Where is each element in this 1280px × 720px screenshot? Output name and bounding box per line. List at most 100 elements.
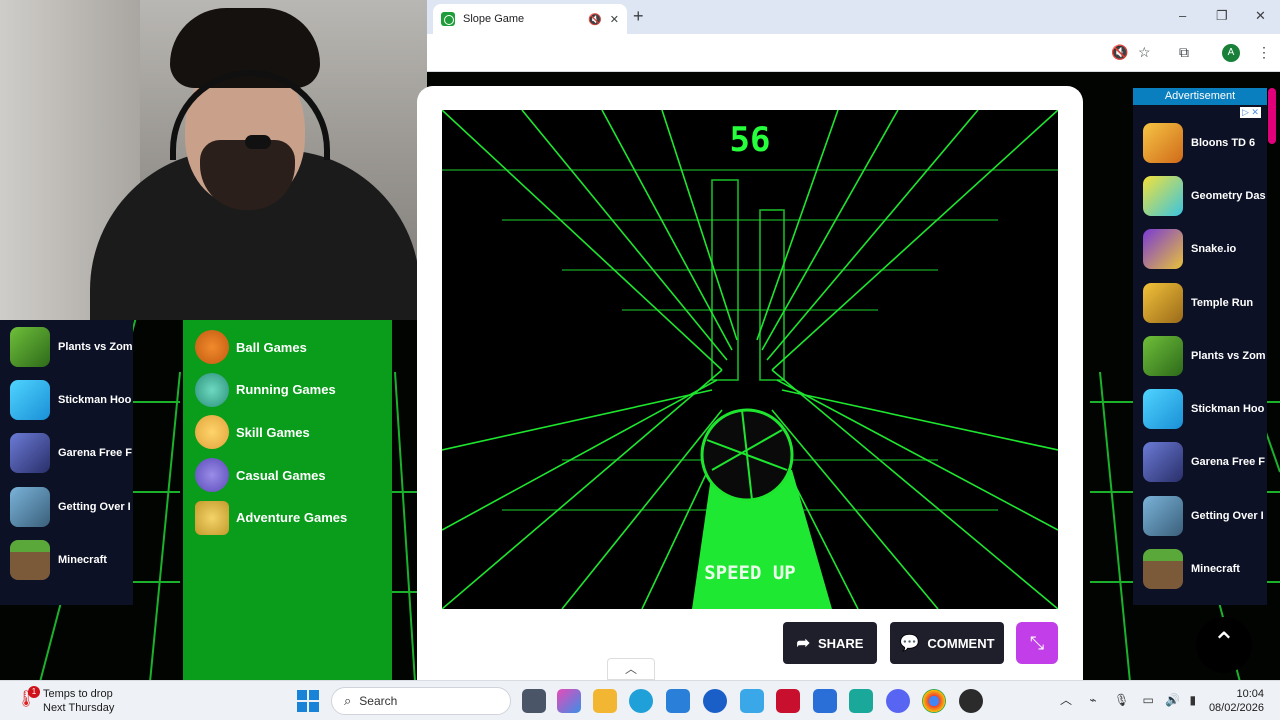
- start-button[interactable]: [297, 690, 319, 712]
- copilot-icon[interactable]: [557, 689, 581, 713]
- right-game-list: Advertisement ▷ ✕ Bloons TD 6 Geometry D…: [1133, 88, 1267, 605]
- store-icon[interactable]: [666, 689, 690, 713]
- volume-icon[interactable]: 🔊: [1165, 693, 1180, 707]
- task-view-icon[interactable]: [522, 689, 546, 713]
- share-button[interactable]: ➦ SHARE: [783, 622, 877, 664]
- browser-tab-strip: Slope Game 🔇 ✕ + – ❐ ✕: [427, 0, 1280, 34]
- windows-taskbar: 🌡 1 Temps to drop Next Thursday ⌕ Search…: [0, 680, 1280, 720]
- fullscreen-button[interactable]: ⤡: [1016, 622, 1058, 664]
- discord-icon[interactable]: [886, 689, 910, 713]
- profile-avatar[interactable]: A: [1222, 44, 1240, 62]
- category-adventure-games[interactable]: Adventure Games: [183, 496, 392, 539]
- tab-close-icon[interactable]: ✕: [610, 13, 619, 26]
- window-close-button[interactable]: ✕: [1255, 8, 1266, 24]
- chevron-up-icon: ︿: [624, 662, 637, 676]
- taskbar-search[interactable]: ⌕ Search: [331, 687, 511, 715]
- category-ball-games[interactable]: Ball Games: [183, 326, 392, 369]
- treasure-icon: [195, 500, 229, 535]
- plants-vs-zombies-icon: [10, 326, 50, 367]
- weather-headline: Temps to drop: [43, 688, 113, 700]
- slope-game-canvas[interactable]: 56 SPEED UP: [442, 110, 1058, 609]
- score-display: 56: [729, 120, 771, 160]
- chrome-icon[interactable]: [922, 689, 946, 713]
- category-skill-games[interactable]: Skill Games: [183, 411, 392, 454]
- category-casual-games[interactable]: Casual Games: [183, 454, 392, 497]
- list-item[interactable]: Stickman Hoo: [1133, 382, 1267, 435]
- back-to-top-button[interactable]: ⌃: [1196, 617, 1252, 673]
- list-item[interactable]: Minecraft: [0, 533, 133, 586]
- list-item[interactable]: Plants vs Zom: [1133, 329, 1267, 382]
- share-icon: ➦: [796, 635, 810, 652]
- tray-chevron-icon[interactable]: ︿: [1060, 693, 1072, 707]
- bookmark-star-icon[interactable]: ☆: [1138, 44, 1151, 61]
- network-icon[interactable]: ⌁: [1089, 693, 1096, 707]
- list-item[interactable]: Minecraft: [1133, 542, 1267, 595]
- clock-time: 10:04: [1236, 688, 1264, 700]
- hands-icon: [195, 415, 229, 450]
- list-item[interactable]: Snake.io: [1133, 223, 1267, 276]
- mic-icon[interactable]: 🎙: [1114, 693, 1129, 707]
- category-running-games[interactable]: Running Games: [183, 369, 392, 412]
- slope-favicon-icon: [441, 12, 455, 26]
- getting-over-it-icon: [10, 486, 50, 527]
- gamepad-icon: [195, 458, 229, 493]
- minecraft-icon: [1143, 549, 1183, 590]
- app-icon[interactable]: [849, 689, 873, 713]
- site-muted-icon[interactable]: 🔇: [1111, 44, 1128, 61]
- mcafee-icon[interactable]: [776, 689, 800, 713]
- collapse-toggle[interactable]: ︿: [607, 658, 655, 680]
- hp-icon[interactable]: [703, 689, 727, 713]
- new-tab-button[interactable]: +: [633, 6, 644, 27]
- list-item[interactable]: Garena Free F: [1133, 436, 1267, 489]
- extensions-puzzle-icon[interactable]: ⧉: [1179, 44, 1189, 61]
- free-fire-icon: [1143, 442, 1183, 483]
- advertisement-label: Advertisement: [1133, 88, 1267, 105]
- mail-icon[interactable]: [813, 689, 837, 713]
- left-game-list: Plants vs Zom Stickman Hoo Garena Free F…: [0, 320, 133, 605]
- maximize-button[interactable]: ❐: [1216, 8, 1228, 24]
- list-item[interactable]: Getting Over I: [0, 480, 133, 533]
- runner-icon: [195, 372, 229, 407]
- list-item[interactable]: Bloons TD 6: [1133, 116, 1267, 169]
- display-icon[interactable]: ▭: [1143, 693, 1154, 707]
- steam-icon[interactable]: [959, 689, 983, 713]
- speed-up-message: SPEED UP: [704, 562, 796, 584]
- plants-vs-zombies-icon: [1143, 335, 1183, 376]
- list-item[interactable]: Garena Free F: [0, 427, 133, 480]
- tab-mute-icon[interactable]: 🔇: [588, 13, 602, 26]
- expand-icon: ⤡: [1029, 633, 1045, 653]
- stickman-hook-icon: [1143, 389, 1183, 430]
- list-item[interactable]: Getting Over I: [1133, 489, 1267, 542]
- file-explorer-icon[interactable]: [593, 689, 617, 713]
- system-tray[interactable]: ︿ ⌁ 🎙 ▭ 🔊 ▮: [1060, 691, 1196, 708]
- basketball-icon: [195, 330, 229, 365]
- stickman-hook-icon: [10, 379, 50, 420]
- webcam-overlay: [0, 0, 427, 320]
- skype-icon[interactable]: [740, 689, 764, 713]
- battery-icon[interactable]: ▮: [1190, 693, 1197, 707]
- snake-icon: [1143, 229, 1183, 270]
- list-item[interactable]: Stickman Hoo: [0, 373, 133, 426]
- address-bar: 🔇 ☆ ⧉ A ⋮: [427, 34, 1280, 72]
- chevron-up-icon: ⌃: [1212, 627, 1236, 658]
- headset-mic-icon: [245, 135, 271, 149]
- edge-icon[interactable]: [629, 689, 653, 713]
- weather-subline: Next Thursday: [43, 702, 115, 714]
- search-placeholder: Search: [359, 694, 398, 708]
- list-item[interactable]: Plants vs Zom: [0, 320, 133, 373]
- minecraft-icon: [10, 539, 50, 580]
- taskbar-clock[interactable]: 10:04 08/02/2026: [1208, 687, 1264, 715]
- getting-over-it-icon: [1143, 495, 1183, 536]
- minimize-button[interactable]: –: [1179, 8, 1186, 23]
- list-item[interactable]: Geometry Das: [1133, 169, 1267, 222]
- tab-title: Slope Game: [463, 13, 525, 25]
- comment-icon: 💬: [899, 635, 920, 652]
- comment-button[interactable]: 💬 COMMENT: [890, 622, 1004, 664]
- search-icon: ⌕: [344, 693, 352, 708]
- notification-badge: 1: [28, 686, 40, 698]
- menu-kebab-icon[interactable]: ⋮: [1257, 44, 1271, 61]
- page-scrollbar[interactable]: [1268, 88, 1276, 144]
- clock-date: 08/02/2026: [1208, 702, 1264, 714]
- tab-slope-game[interactable]: Slope Game 🔇 ✕: [433, 4, 627, 34]
- list-item[interactable]: Temple Run: [1133, 276, 1267, 329]
